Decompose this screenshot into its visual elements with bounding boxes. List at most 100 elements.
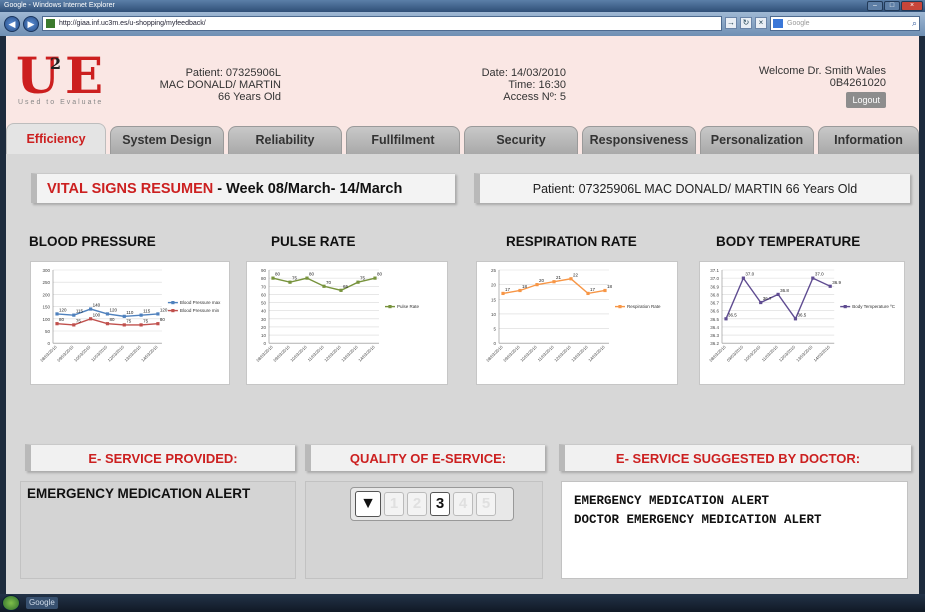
minimize-button[interactable]: – [867,1,883,11]
y-tick-label: 50 [45,329,51,334]
refresh-icon[interactable]: ↻ [740,17,752,29]
go-icon[interactable]: → [725,17,737,29]
data-label: 37.0 [745,272,754,277]
suggested-line-1: EMERGENCY MEDICATION ALERT [574,494,770,508]
data-label: 110 [126,310,134,315]
x-tick-label: 10/03/2010 [289,344,308,363]
search-input[interactable]: Google ⌕ [770,16,920,31]
close-button[interactable]: × [901,1,923,11]
data-point [603,288,607,293]
start-icon[interactable] [2,595,20,611]
y-tick-label: 90 [261,268,267,273]
vital-signs-week: - Week 08/March- 14/March [213,181,403,197]
x-tick-label: 08/03/2010 [485,344,504,363]
data-label: 120 [160,307,168,312]
rating-option-2[interactable]: 2 [407,492,427,516]
data-label: 80 [309,272,315,277]
data-label: 75 [76,318,82,323]
maximize-button[interactable]: □ [884,1,900,11]
tab-fullfilment[interactable]: Fullfilment [346,126,460,154]
data-label: 36.5 [728,312,737,317]
patient-age: 66 Years Old [218,91,281,103]
rating-option-4[interactable]: 4 [453,492,473,516]
data-point [156,322,160,326]
visit-time: Time: 16:30 [508,79,566,91]
rating-option-5[interactable]: 5 [476,492,496,516]
rating-option-1[interactable]: 1 [384,492,404,516]
y-tick-label: 50 [261,301,267,306]
back-icon[interactable]: ◀ [4,16,20,32]
legend-marker [843,305,847,309]
x-tick-label: 13/03/2010 [340,344,359,363]
x-tick-label: 14/03/2010 [813,344,832,363]
stop-icon[interactable]: × [755,17,767,29]
y-tick-label: 10 [261,333,267,338]
tab-responsiveness[interactable]: Responsiveness [582,126,696,154]
vital-signs-title: VITAL SIGNS RESUMEN [47,181,214,197]
data-label: 75 [143,318,149,323]
data-label: 115 [143,309,151,314]
logo-two: 2 [50,54,62,73]
data-label: 65 [343,284,349,289]
data-label: 120 [59,307,67,312]
tab-system-design[interactable]: System Design [110,126,224,154]
data-label: 75 [360,276,366,281]
y-tick-label: 36.3 [710,333,719,338]
data-point [356,280,360,284]
legend-label: Respiration Rate [627,304,661,309]
rating-option-3[interactable]: 3 [430,492,450,516]
data-point [89,307,93,311]
x-tick-label: 10/03/2010 [73,344,92,363]
vital-signs-banner: VITAL SIGNS RESUMEN - Week 08/March- 14/… [31,173,455,203]
tab-personalization[interactable]: Personalization [700,126,814,154]
data-point [811,276,815,280]
window-controls: – □ × [867,1,923,11]
data-label: 120 [109,307,117,312]
respiration-rate-svg: 0 5 10 15 20 25 08/03/201009/03/201010/03/2010… [485,268,661,363]
y-tick-label: 37.0 [710,276,719,281]
service-provided-panel: EMERGENCY MEDICATION ALERT [20,481,296,579]
y-tick-label: 36.4 [710,325,719,330]
data-point [139,313,143,317]
x-tick-label: 13/03/2010 [795,344,814,363]
data-point [741,276,745,280]
x-tick-label: 11/03/2010 [761,344,780,363]
u2e-logo: U 2 E Used to Evaluate [16,48,126,108]
respiration-rate-chart: 0 5 10 15 20 25 08/03/2010 09/03/2010 10/03/2010… [476,261,678,385]
data-label: 17 [590,287,596,292]
patient-name: MAC DONALD/ MARTIN [159,79,281,91]
y-tick-label: 36.9 [710,284,719,289]
logo-e: E [65,46,104,105]
taskbar-item-google[interactable]: Google [26,597,58,609]
respiration-rate-title: RESPIRATION RATE [506,234,637,249]
data-point [501,291,505,296]
data-point [828,284,832,288]
x-tick-label: 14/03/2010 [140,344,159,363]
tab-reliability[interactable]: Reliability [228,126,342,154]
data-label: 22 [573,272,579,277]
y-tick-label: 36.2 [710,341,719,346]
suggested-line-2: DOCTOR EMERGENCY MEDICATION ALERT [574,513,822,527]
service-provided-header: E- SERVICE PROVIDED: [25,444,295,471]
x-tick-label: 12/03/2010 [107,344,126,363]
data-point [139,323,143,327]
data-point [305,276,309,280]
search-icon[interactable]: ⌕ [912,17,917,30]
data-point [518,288,522,293]
tab-efficiency[interactable]: Efficiency [6,123,106,154]
service-suggested-header: E- SERVICE SUGGESTED BY DOCTOR: [559,444,911,471]
data-label: 80 [59,317,65,322]
tab-information[interactable]: Information [818,126,919,154]
data-label: 80 [275,272,281,277]
logo-tagline: Used to Evaluate [18,99,104,106]
pulse-rate-chart: 0 10 20 30 40 50 60 70 80 90 08/03/2010 09/03/2010 1… [246,261,448,385]
legend-label: Body Temperature ºC [852,304,896,309]
data-label: 75 [292,276,298,281]
triangle-down-icon[interactable]: ▼ [355,491,381,517]
data-label: 70 [326,280,332,285]
address-bar[interactable]: http://giaa.inf.uc3m.es/u-shopping/myfee… [42,16,722,31]
logout-button[interactable]: Logout [846,92,886,108]
forward-icon[interactable]: ▶ [23,16,39,32]
tab-security[interactable]: Security [464,126,578,154]
x-tick-label: 14/03/2010 [587,344,606,363]
